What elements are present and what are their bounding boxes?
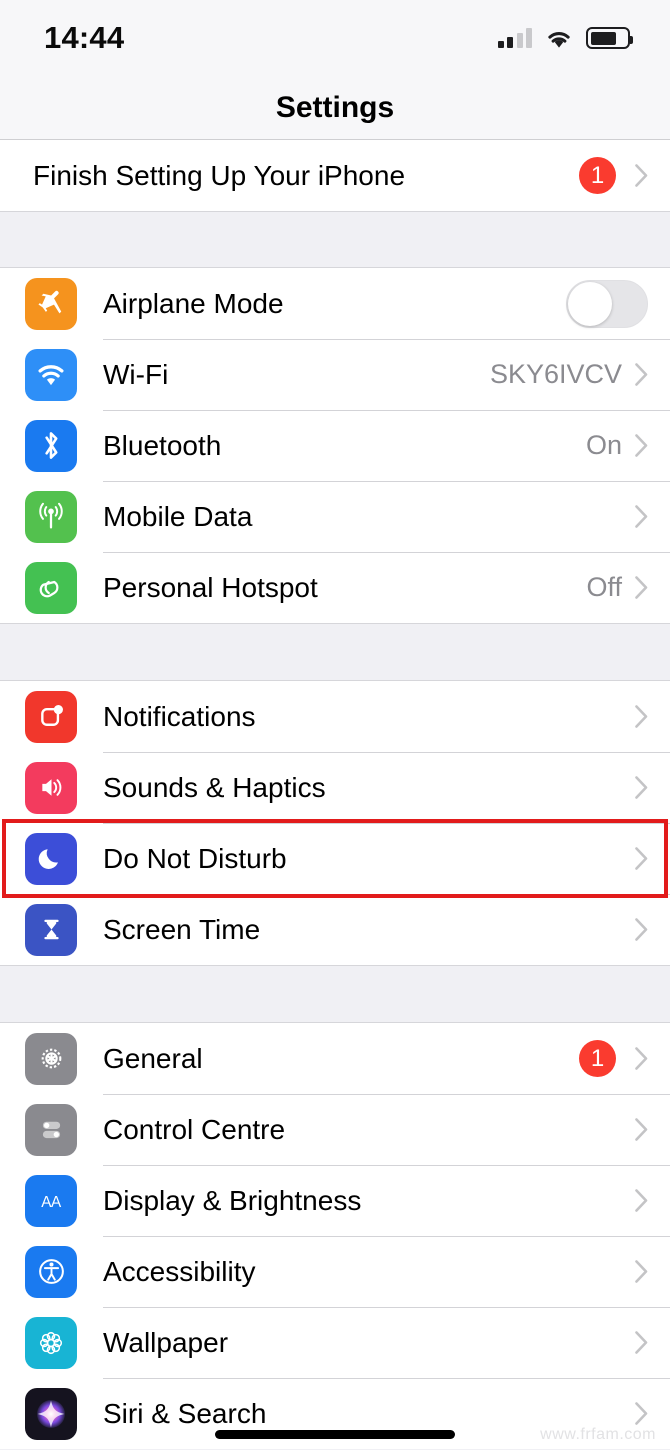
wifi-icon: [548, 31, 570, 48]
settings-row-value: On: [585, 430, 622, 460]
nav-bar: Settings: [0, 76, 670, 140]
settings-row-label: Control Centre: [103, 1113, 286, 1145]
status-badge: 1: [579, 1040, 616, 1077]
settings-row-wallpaper[interactable]: Wallpaper: [0, 1307, 670, 1378]
status-bar-time: 14:44: [44, 20, 125, 55]
gear-icon: [25, 1032, 77, 1085]
settings-row-label: Do Not Disturb: [103, 842, 287, 874]
settings-row-general[interactable]: General 1: [0, 1023, 670, 1094]
chevron-right-icon: [635, 1047, 648, 1070]
wallpaper-flower-icon: [25, 1316, 77, 1369]
cellular-signal-icon: [497, 28, 532, 48]
settings-row-label: Personal Hotspot: [103, 571, 318, 603]
airplane-mode-toggle[interactable]: [566, 279, 648, 328]
settings-row-label: Sounds & Haptics: [103, 771, 326, 803]
airplane-icon: [25, 277, 77, 330]
settings-row-label: Airplane Mode: [103, 287, 284, 319]
settings-row-finish-setup[interactable]: Finish Setting Up Your iPhone 1: [0, 140, 670, 211]
settings-row-wifi[interactable]: Wi-Fi SKY6IVCV: [0, 339, 670, 410]
settings-row-control-centre[interactable]: Control Centre: [0, 1094, 670, 1165]
settings-row-label: Screen Time: [103, 913, 261, 945]
battery-icon: [586, 27, 633, 49]
chevron-right-icon: [635, 164, 648, 187]
settings-row-screen-time[interactable]: Screen Time: [0, 894, 670, 965]
status-bar-indicators: [497, 27, 633, 49]
settings-row-value: SKY6IVCV: [489, 359, 622, 389]
settings-row-bluetooth[interactable]: Bluetooth On: [0, 410, 670, 481]
settings-row-display-brightness[interactable]: AA Display & Brightness: [0, 1165, 670, 1236]
status-bar: 14:44: [0, 0, 670, 76]
chevron-right-icon: [635, 1260, 648, 1283]
settings-row-mobile-data[interactable]: Mobile Data: [0, 481, 670, 552]
settings-group-setup: Finish Setting Up Your iPhone 1: [0, 140, 670, 211]
siri-icon: [25, 1387, 77, 1440]
chevron-right-icon: [635, 505, 648, 528]
group-separator: [0, 965, 670, 1023]
moon-icon: [25, 832, 77, 885]
group-separator: [0, 623, 670, 681]
chevron-right-icon: [635, 705, 648, 728]
speaker-icon: [25, 761, 77, 814]
settings-group-system: General 1 Control Centre AA Display & Br…: [0, 1023, 670, 1449]
display-brightness-icon: AA: [25, 1174, 77, 1227]
settings-row-label: Siri & Search: [103, 1397, 267, 1429]
control-centre-icon: [25, 1103, 77, 1156]
settings-row-airplane-mode[interactable]: Airplane Mode: [0, 268, 670, 339]
page-title: Settings: [275, 90, 395, 124]
chevron-right-icon: [635, 1189, 648, 1212]
settings-row-do-not-disturb[interactable]: Do Not Disturb: [0, 823, 670, 894]
status-badge: 1: [579, 157, 616, 194]
settings-row-sounds-haptics[interactable]: Sounds & Haptics: [0, 752, 670, 823]
settings-row-personal-hotspot[interactable]: Personal Hotspot Off: [0, 552, 670, 623]
settings-row-label: Finish Setting Up Your iPhone: [33, 159, 406, 191]
notifications-icon: [25, 690, 77, 743]
hourglass-icon: [25, 903, 77, 956]
group-separator: [0, 211, 670, 268]
bluetooth-icon: [25, 419, 77, 472]
home-indicator[interactable]: [215, 1430, 455, 1439]
settings-row-label: Display & Brightness: [103, 1184, 362, 1216]
settings-row-accessibility[interactable]: Accessibility: [0, 1236, 670, 1307]
settings-group-connectivity: Airplane Mode Wi-Fi SKY6IVCV Bluetooth O…: [0, 268, 670, 623]
settings-row-notifications[interactable]: Notifications: [0, 681, 670, 752]
chevron-right-icon: [635, 363, 648, 386]
accessibility-icon: [25, 1245, 77, 1298]
cellular-antenna-icon: [25, 490, 77, 543]
wifi-icon: [25, 348, 77, 401]
settings-row-label: Wi-Fi: [103, 358, 169, 390]
chevron-right-icon: [635, 1118, 648, 1141]
svg-text:AA: AA: [41, 1193, 62, 1210]
watermark: www.frfam.com: [540, 1426, 656, 1443]
settings-row-label: Notifications: [103, 700, 256, 732]
hotspot-link-icon: [25, 561, 77, 614]
settings-row-label: Accessibility: [103, 1255, 256, 1287]
settings-row-label: Wallpaper: [103, 1326, 229, 1358]
chevron-right-icon: [635, 776, 648, 799]
chevron-right-icon: [635, 847, 648, 870]
settings-group-alerts: Notifications Sounds & Haptics Do Not Di…: [0, 681, 670, 965]
chevron-right-icon: [635, 1331, 648, 1354]
settings-row-label: Mobile Data: [103, 500, 253, 532]
chevron-right-icon: [635, 1402, 648, 1425]
chevron-right-icon: [635, 918, 648, 941]
settings-row-value: Off: [586, 572, 622, 602]
settings-row-label: Bluetooth: [103, 429, 222, 461]
chevron-right-icon: [635, 576, 648, 599]
settings-row-label: General: [103, 1042, 203, 1074]
chevron-right-icon: [635, 434, 648, 457]
